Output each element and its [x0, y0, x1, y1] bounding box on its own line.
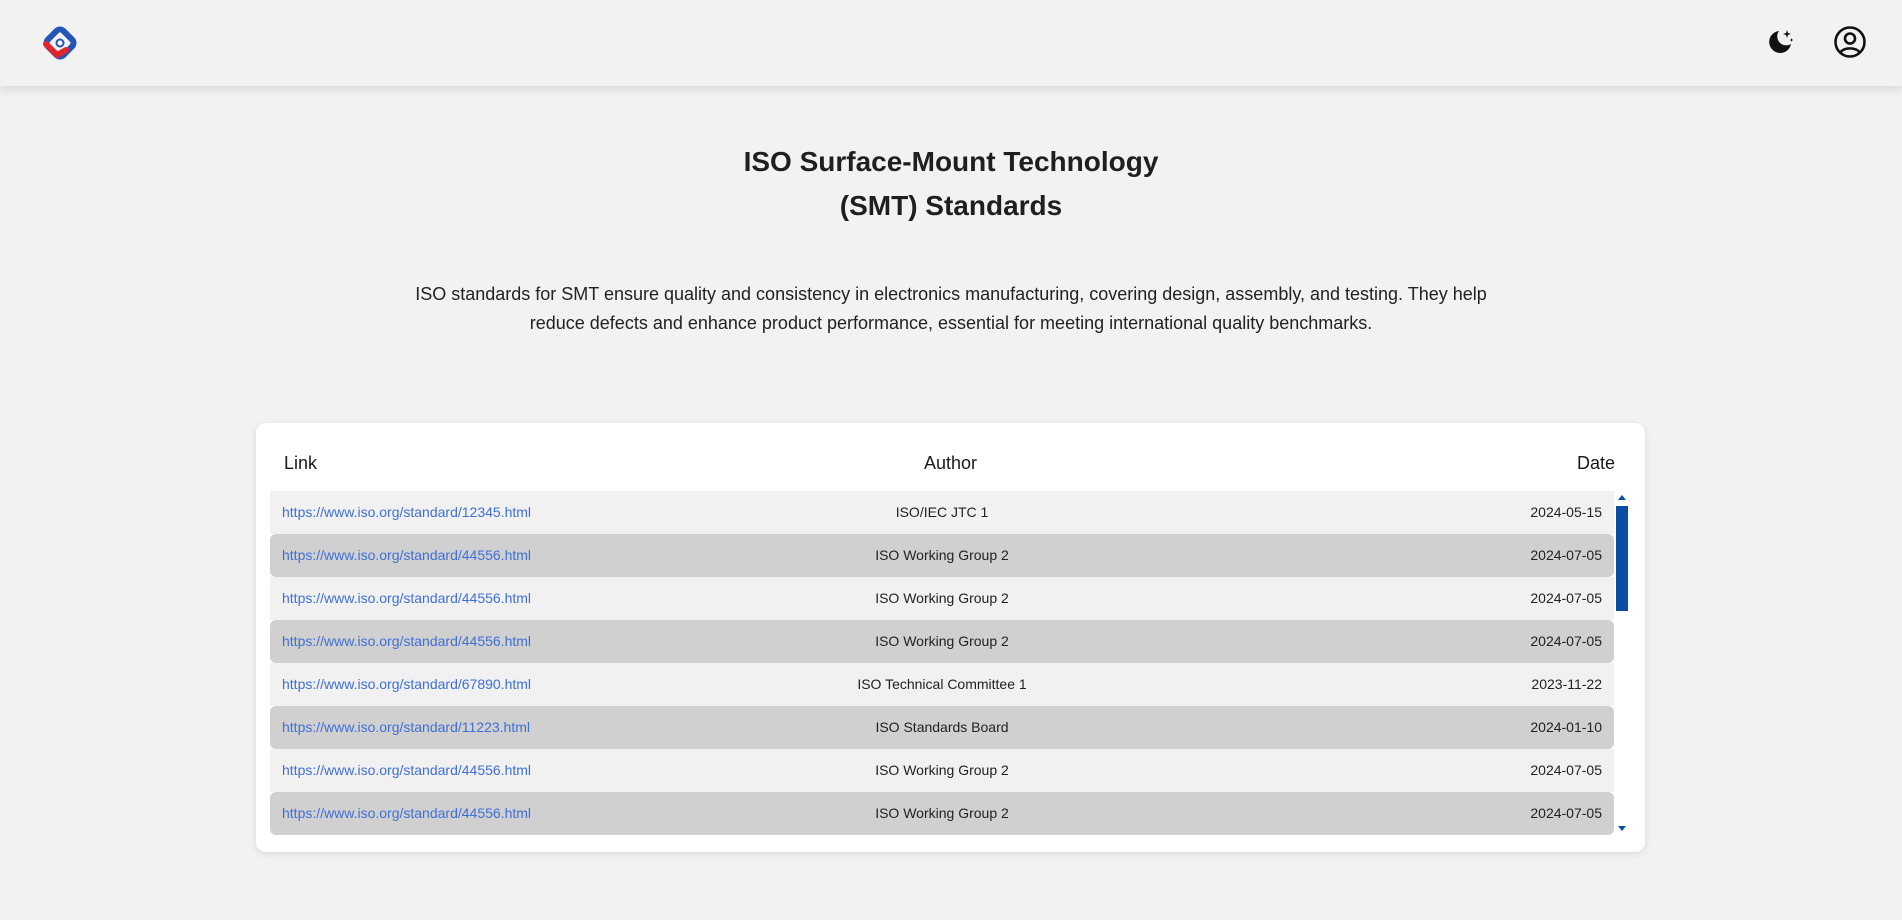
table-row: https://www.iso.org/standard/11223.html …	[270, 706, 1614, 749]
table-row: https://www.iso.org/standard/12345.html …	[270, 491, 1614, 534]
row-date: 2024-07-05	[1530, 805, 1602, 821]
row-author: ISO Working Group 2	[875, 762, 1009, 778]
theme-toggle-button[interactable]	[1760, 24, 1800, 64]
row-date: 2024-07-05	[1530, 590, 1602, 606]
table-row: https://www.iso.org/standard/44556.html …	[270, 749, 1614, 792]
column-header-author[interactable]: Author	[256, 453, 1645, 474]
account-button[interactable]	[1830, 24, 1870, 64]
row-author: ISO/IEC JTC 1	[895, 504, 989, 520]
column-header-date[interactable]: Date	[1577, 453, 1615, 474]
scrollbar-thumb[interactable]	[1616, 506, 1628, 611]
table-scrollbar[interactable]	[1616, 495, 1628, 831]
row-date: 2024-07-05	[1530, 762, 1602, 778]
row-date: 2024-05-15	[1530, 504, 1602, 520]
row-date: 2023-11-22	[1531, 676, 1602, 692]
table-row: https://www.iso.org/standard/67890.html …	[270, 663, 1614, 706]
table-row: https://www.iso.org/standard/44556.html …	[270, 577, 1614, 620]
row-author: ISO Working Group 2	[875, 805, 1009, 821]
table-row: https://www.iso.org/standard/44556.html …	[270, 534, 1614, 577]
scroll-up-arrow-icon[interactable]	[1618, 495, 1626, 500]
row-author: ISO Standards Board	[875, 719, 1009, 735]
standards-table: Link Author Date https://www.iso.org/sta…	[256, 423, 1645, 852]
row-date: 2024-07-05	[1530, 547, 1602, 563]
row-date: 2024-07-05	[1530, 633, 1602, 649]
page-title-line-1: ISO Surface-Mount Technology	[743, 146, 1159, 177]
table-body[interactable]: https://www.iso.org/standard/12345.html …	[270, 491, 1614, 835]
table-row: https://www.iso.org/standard/44556.html …	[270, 792, 1614, 835]
row-author: ISO Working Group 2	[875, 547, 1009, 563]
page-description: ISO standards for SMT ensure quality and…	[415, 284, 1487, 333]
moon-stars-icon	[1764, 26, 1796, 63]
row-author: ISO Technical Committee 1	[857, 676, 1027, 692]
row-author: ISO Working Group 2	[875, 590, 1009, 606]
page-title-line-2: (SMT) Standards	[839, 190, 1063, 221]
scroll-down-arrow-icon[interactable]	[1618, 826, 1626, 831]
row-date: 2024-01-10	[1530, 719, 1602, 735]
row-author: ISO Working Group 2	[875, 633, 1009, 649]
page-title: ISO Surface-Mount Technology (SMT) Stand…	[0, 140, 1902, 228]
table-header: Link Author Date	[256, 423, 1645, 491]
top-bar	[0, 0, 1902, 86]
app-logo-icon[interactable]	[38, 22, 82, 64]
table-row: https://www.iso.org/standard/44556.html …	[270, 620, 1614, 663]
user-circle-icon	[1833, 25, 1867, 64]
